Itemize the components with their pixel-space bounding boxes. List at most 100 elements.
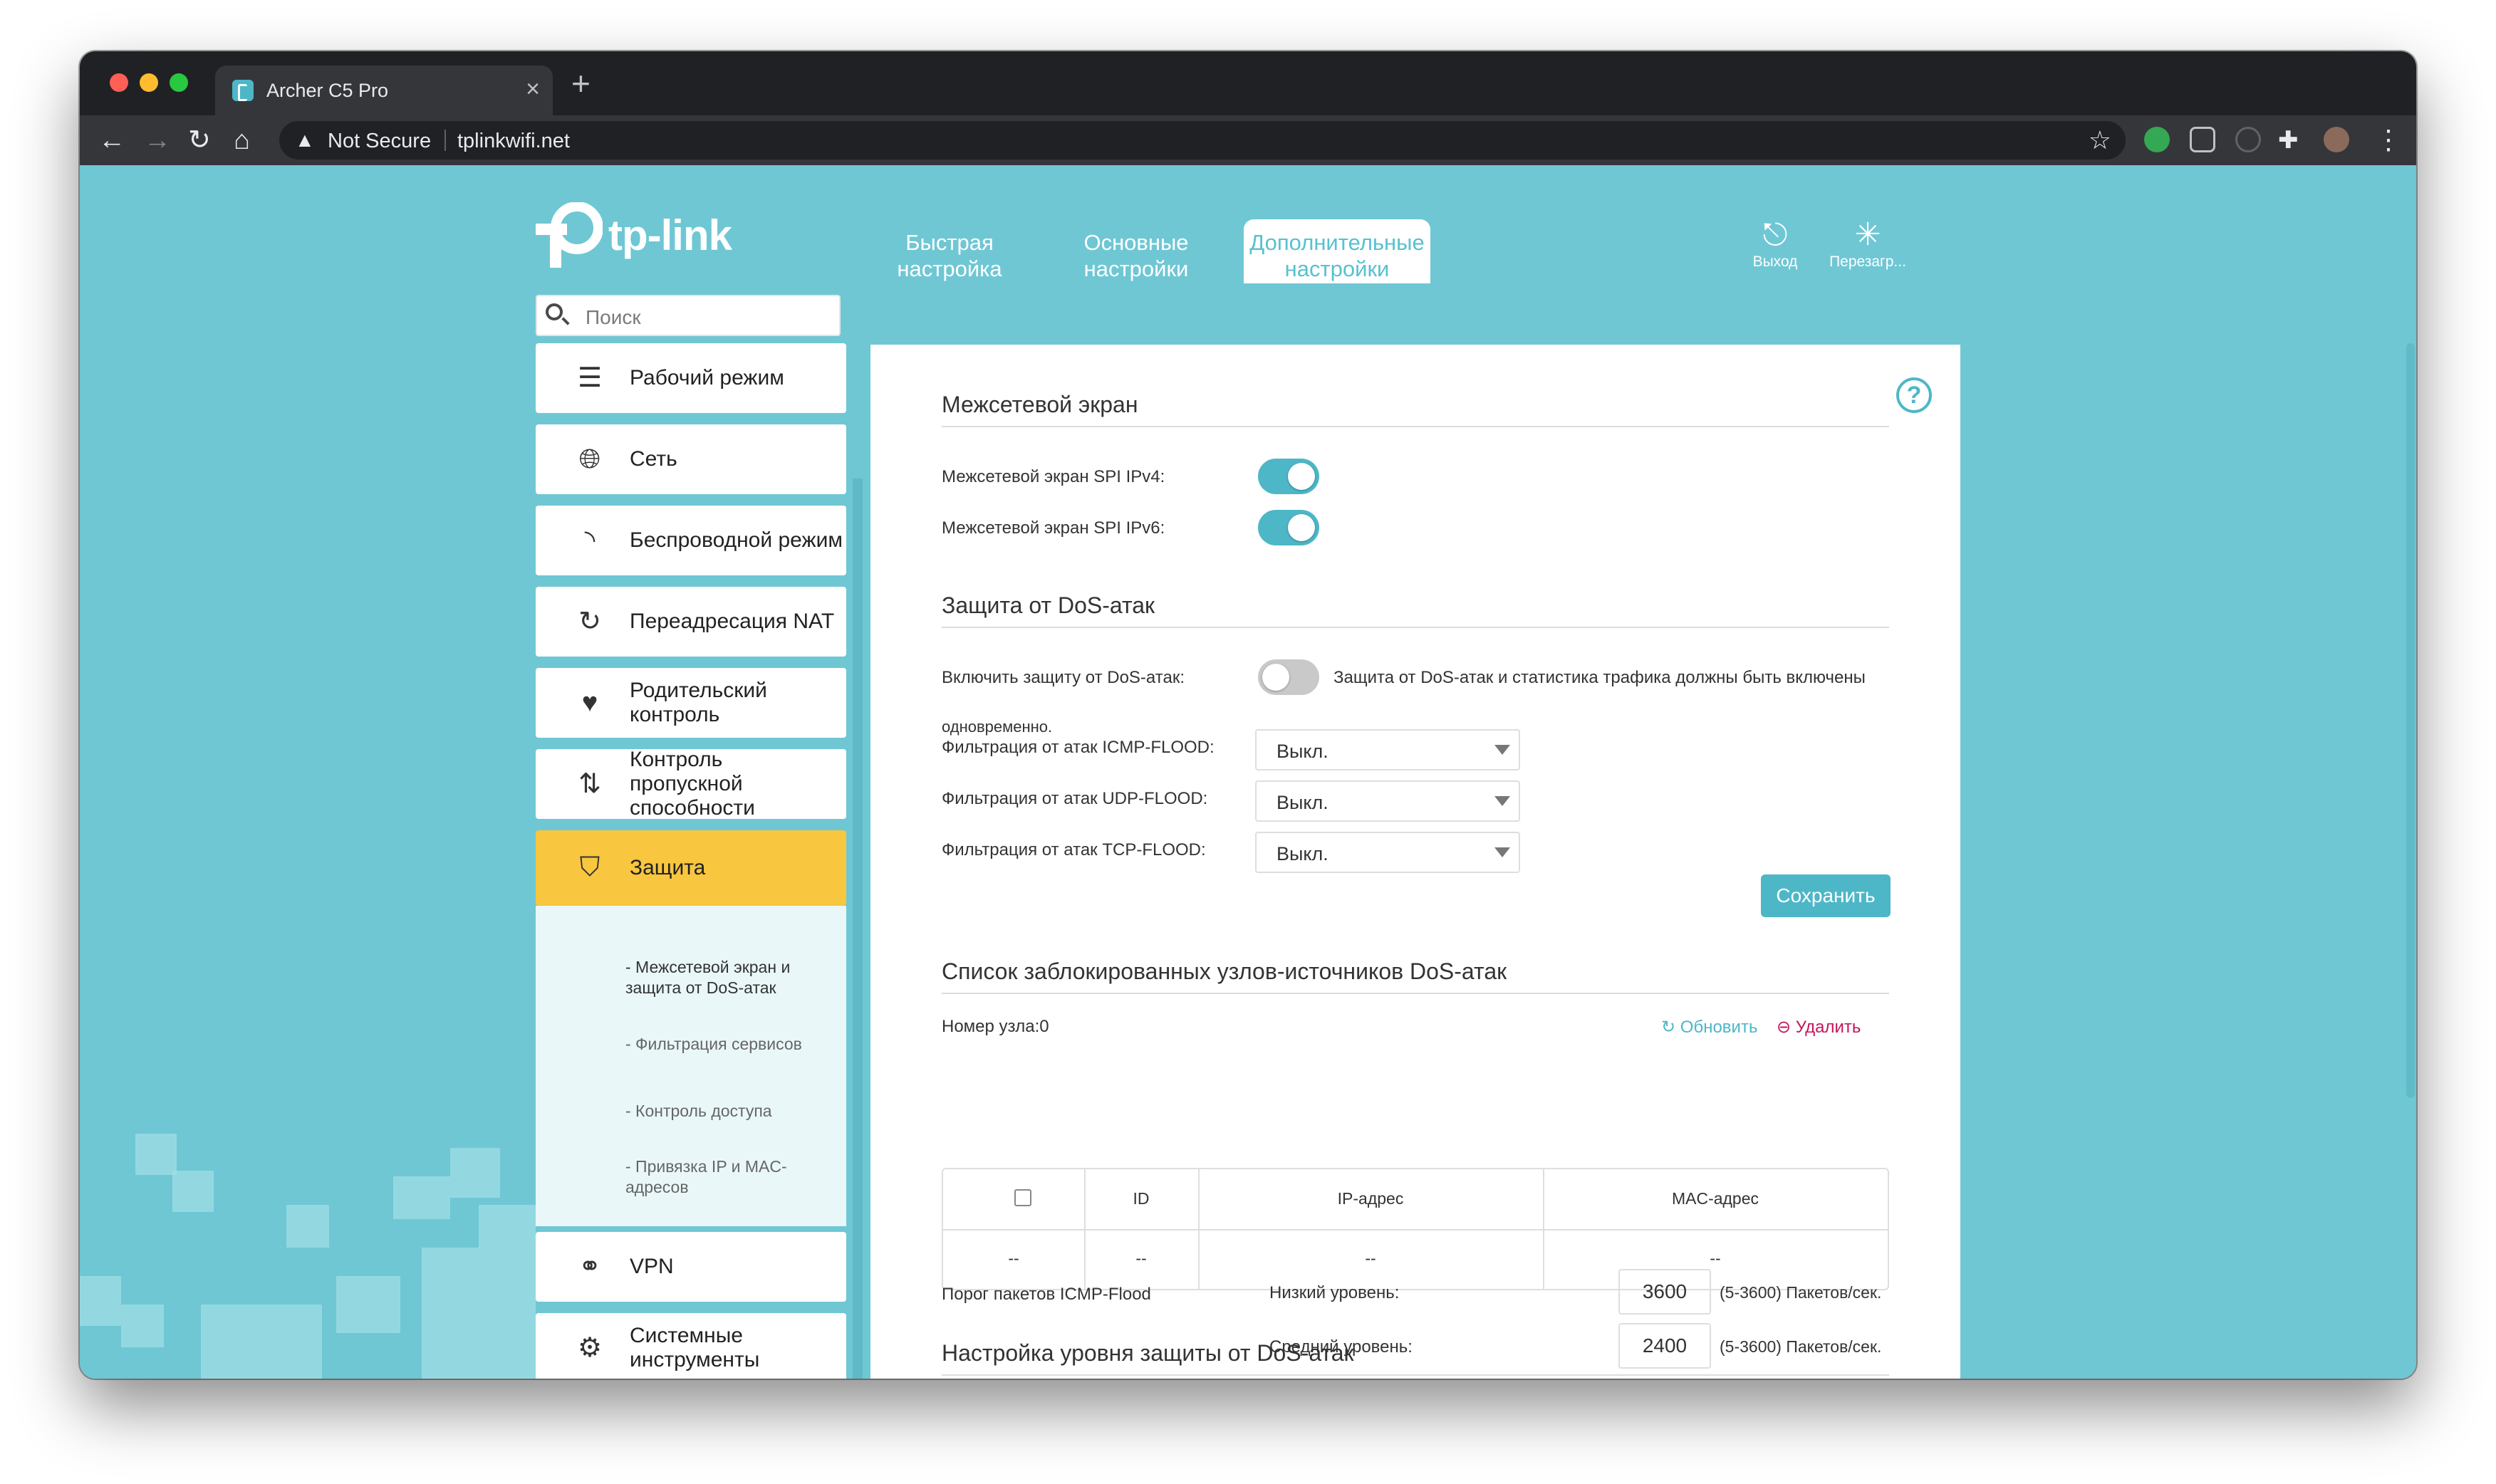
- column-header-mac: MAC-адрес: [1671, 1189, 1759, 1208]
- browser-tab[interactable]: Archer C5 Pro ×: [215, 66, 553, 115]
- delete-button[interactable]: ⊖ Удалить: [1777, 1017, 1861, 1038]
- submenu-access-control[interactable]: - Контроль доступа: [625, 1101, 772, 1122]
- bandwidth-icon: ⇅: [578, 769, 601, 799]
- sidebar-item-security[interactable]: ⛉ Защита: [536, 830, 846, 906]
- security-submenu: - Межсетевой экран и защита от DoS-атак …: [536, 906, 846, 1226]
- reload-icon[interactable]: ↻: [188, 122, 211, 158]
- sidebar-item-nat[interactable]: ↻ Переадресация NAT: [536, 587, 846, 657]
- back-icon[interactable]: ←: [98, 122, 125, 158]
- menu-dots-icon[interactable]: ⋮: [2375, 122, 2402, 158]
- puzzle-icon[interactable]: ✚: [2278, 122, 2299, 158]
- page-scrollbar[interactable]: [2406, 343, 2415, 1098]
- reboot-icon: ✳: [1854, 217, 1881, 252]
- logout-button[interactable]: ⎋ Выход: [1740, 216, 1811, 271]
- tp-link-logo-icon: [536, 202, 603, 268]
- sidebar-item-wireless[interactable]: ◝ Беспроводной режим: [536, 506, 846, 575]
- search-placeholder: Поиск: [586, 306, 641, 328]
- main-panel: ? Межсетевой экран Межсетевой экран SPI …: [870, 345, 1960, 1379]
- browser-toolbar: ← → ↻ ⌂ ▲ Not Secure tplinkwifi.net ☆ ✚ …: [80, 115, 2416, 165]
- tab-quick-setup[interactable]: Быстрая настройка: [856, 229, 1043, 283]
- table-cell: --: [1710, 1249, 1721, 1268]
- udp-flood-label: Фильтрация от атак UDP-FLOOD:: [942, 789, 1208, 808]
- sidebar-item-bandwidth-control[interactable]: ⇅ Контроль пропускной способности: [536, 748, 846, 820]
- tab-basic[interactable]: Основные настройки: [1043, 229, 1229, 283]
- home-icon[interactable]: ⌂: [234, 122, 250, 158]
- decor-square: [393, 1176, 450, 1219]
- extension-green-icon[interactable]: [2144, 127, 2170, 152]
- sidebar-item-vpn[interactable]: ⚭ VPN: [536, 1232, 846, 1302]
- tcp-flood-select[interactable]: Выкл.: [1255, 832, 1520, 873]
- brand-logo-text: tp-link: [608, 211, 732, 259]
- decor-square: [135, 1134, 177, 1175]
- globe-icon: 🌐︎: [578, 444, 601, 474]
- maximize-window-button[interactable]: [170, 73, 188, 92]
- decor-square: [286, 1205, 329, 1248]
- info-extension-icon[interactable]: [2235, 127, 2261, 152]
- firewall-section-title: Межсетевой экран: [942, 392, 1138, 417]
- spi-ipv4-label: Межсетевой экран SPI IPv4:: [942, 467, 1165, 486]
- low-level-unit: (5-3600) Пакетов/сек.: [1720, 1283, 1882, 1302]
- section-divider: [942, 627, 1889, 628]
- tcp-flood-value: Выкл.: [1276, 843, 1328, 864]
- sidebar-item-parental-control[interactable]: ♥ Родительский контроль: [536, 668, 846, 738]
- sidebar-item-label: Переадресация NAT: [630, 610, 835, 633]
- udp-flood-value: Выкл.: [1276, 792, 1328, 813]
- submenu-service-filtering[interactable]: - Фильтрация сервисов: [625, 1034, 802, 1055]
- logout-icon: ⎋: [1762, 217, 1788, 252]
- select-all-checkbox[interactable]: [1014, 1189, 1031, 1206]
- section-divider: [942, 1374, 1889, 1376]
- heart-icon: ♥: [581, 688, 598, 718]
- save-button[interactable]: Сохранить: [1761, 874, 1891, 917]
- security-label[interactable]: Not Secure: [328, 130, 431, 153]
- sidebar-item-label: Родительский контроль: [630, 679, 767, 726]
- dos-enable-toggle[interactable]: [1258, 659, 1319, 695]
- refresh-button[interactable]: ↻ Обновить: [1661, 1017, 1757, 1038]
- search-icon: [546, 303, 563, 320]
- sidebar-item-label: VPN: [630, 1255, 674, 1278]
- mid-level-input[interactable]: 2400: [1618, 1323, 1711, 1369]
- sidebar-scrollbar[interactable]: [853, 479, 863, 1379]
- dos-note: Защита от DoS-атак и статистика трафика …: [1333, 668, 1866, 687]
- dos-section-title: Защита от DoS-атак: [942, 592, 1155, 618]
- shield-icon: ⛉: [579, 852, 600, 882]
- bookmark-star-icon[interactable]: ☆: [2089, 125, 2111, 155]
- tab-close-icon[interactable]: ×: [526, 75, 540, 103]
- refresh-label: Обновить: [1680, 1018, 1758, 1037]
- pocket-icon[interactable]: [2190, 127, 2215, 152]
- decor-square: [450, 1148, 500, 1198]
- icmp-flood-select[interactable]: Выкл.: [1255, 729, 1520, 770]
- sidebar-item-label: Системные инструменты: [630, 1324, 760, 1371]
- table-cell: --: [1365, 1249, 1376, 1268]
- sidebar-item-operation-mode[interactable]: ☰ Рабочий режим: [536, 343, 846, 413]
- forward-icon[interactable]: →: [144, 122, 171, 158]
- minimize-window-button[interactable]: [140, 73, 158, 92]
- sidebar-item-network[interactable]: 🌐︎ Сеть: [536, 424, 846, 494]
- column-header-id: ID: [1133, 1189, 1150, 1208]
- submenu-ip-mac-binding[interactable]: - Привязка IP и MAC-адресов: [625, 1156, 811, 1198]
- host-count: Номер узла:0: [942, 1017, 1049, 1036]
- reboot-button[interactable]: ✳ Перезагр...: [1818, 216, 1918, 271]
- chevron-down-icon: [1494, 796, 1510, 806]
- icmp-threshold-label: Порог пакетов ICMP-Flood: [942, 1285, 1151, 1304]
- sidebar-item-label: Защита: [630, 856, 706, 879]
- new-tab-button[interactable]: +: [571, 67, 591, 100]
- refresh-icon: ↻: [1661, 1018, 1676, 1037]
- search-input[interactable]: Поиск: [536, 295, 841, 336]
- submenu-firewall-dos[interactable]: - Межсетевой экран и защита от DoS-атак: [625, 957, 825, 998]
- minus-circle-icon: ⊖: [1777, 1018, 1792, 1037]
- sidebar-item-system-tools[interactable]: ⚙ Системные инструменты: [536, 1313, 846, 1379]
- tab-advanced[interactable]: Дополнительные настройки: [1244, 219, 1430, 283]
- address-bar[interactable]: ▲ Not Secure tplinkwifi.net ☆: [279, 121, 2126, 160]
- profile-avatar[interactable]: [2324, 127, 2349, 152]
- browser-window: Archer C5 Pro × + ← → ↻ ⌂ ▲ Not Secure t…: [80, 51, 2416, 1379]
- column-header-ip: IP-адрес: [1337, 1189, 1404, 1208]
- help-icon[interactable]: ?: [1896, 377, 1932, 413]
- url-text[interactable]: tplinkwifi.net: [457, 130, 570, 153]
- close-window-button[interactable]: [110, 73, 128, 92]
- low-level-input[interactable]: 3600: [1618, 1269, 1711, 1315]
- spi-ipv6-toggle[interactable]: [1258, 510, 1319, 545]
- udp-flood-select[interactable]: Выкл.: [1255, 780, 1520, 822]
- spi-ipv4-toggle[interactable]: [1258, 459, 1319, 494]
- mid-level-unit: (5-3600) Пакетов/сек.: [1720, 1337, 1882, 1356]
- decor-square: [422, 1248, 536, 1379]
